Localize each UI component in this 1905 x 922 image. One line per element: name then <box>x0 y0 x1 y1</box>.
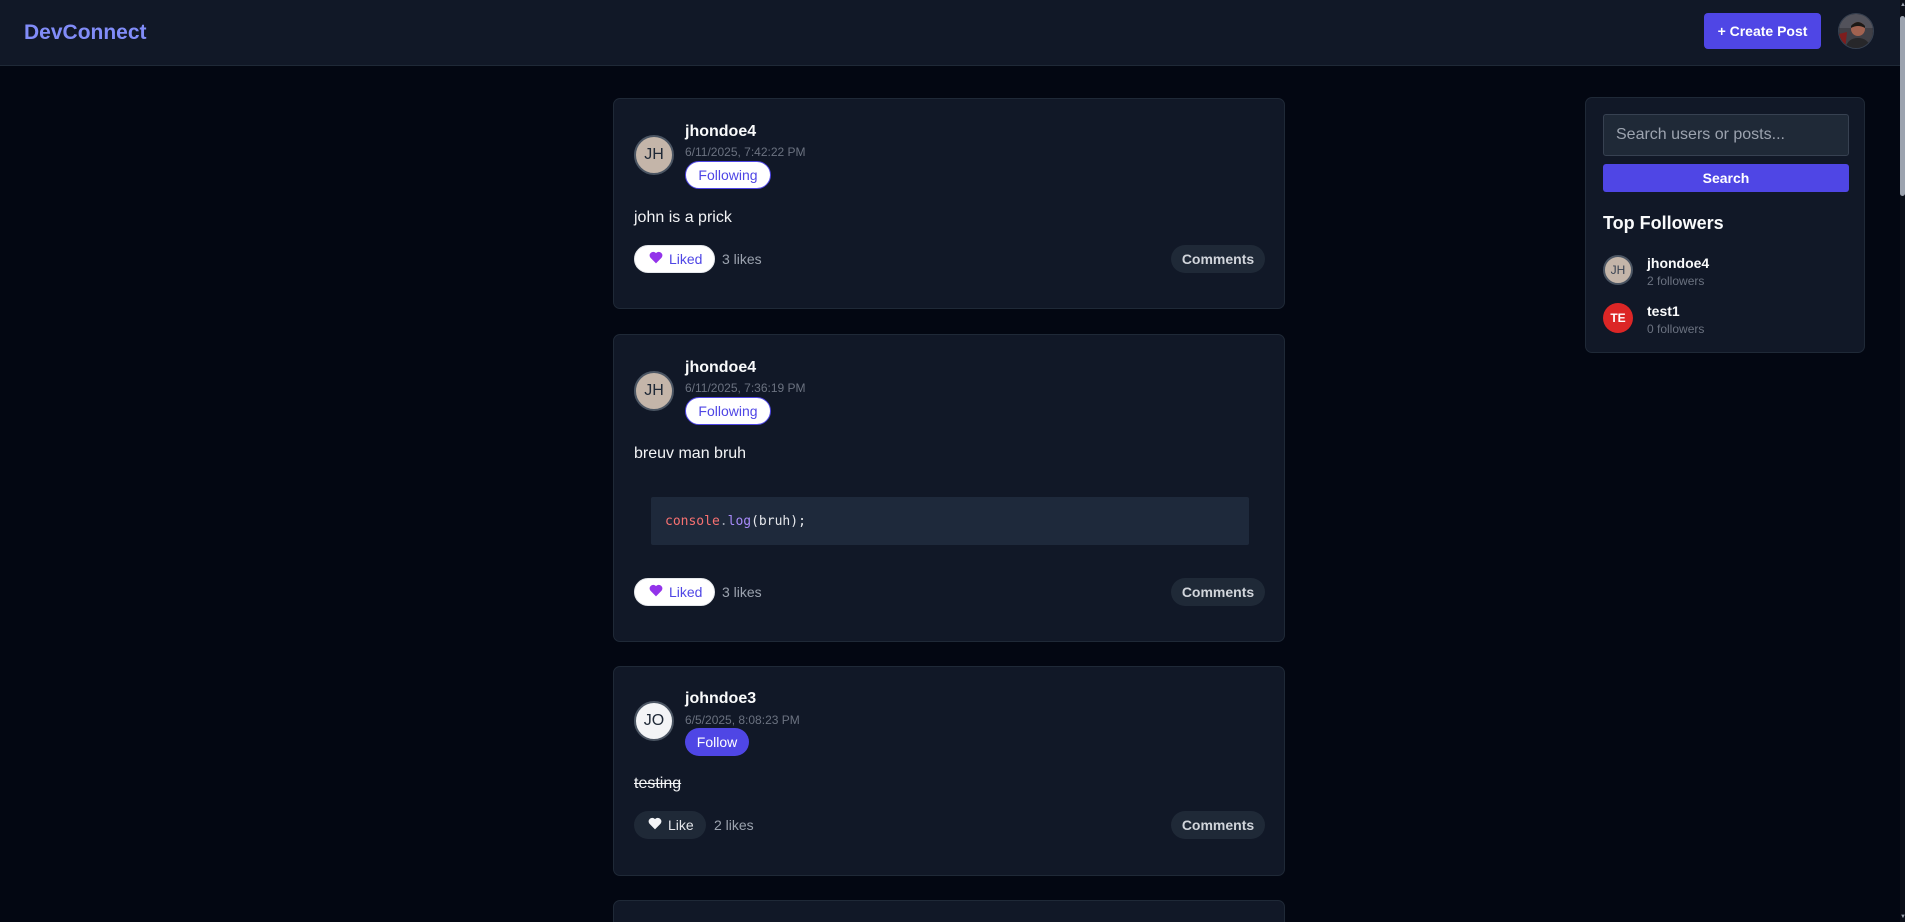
post-content: john is a prick <box>634 209 732 226</box>
post-username[interactable]: johndoe3 <box>685 690 756 708</box>
post-username[interactable]: jhondoe4 <box>685 359 756 377</box>
top-follower-count: 0 followers <box>1647 322 1705 336</box>
top-follower-count: 2 followers <box>1647 274 1705 288</box>
purple-heart-icon <box>649 584 663 600</box>
follow-button[interactable]: Follow <box>685 728 749 756</box>
like-count: 3 likes <box>722 251 762 267</box>
code-token-args: (bruh); <box>751 513 806 529</box>
comments-button[interactable]: Comments <box>1171 245 1265 273</box>
post-username[interactable]: jhondoe4 <box>685 123 756 141</box>
avatar[interactable]: JH <box>634 371 674 411</box>
avatar[interactable]: JH <box>634 135 674 175</box>
like-label: Liked <box>669 584 703 600</box>
post-card: JH jhondoe4 6/11/2025, 7:36:19 PM Follow… <box>613 334 1285 642</box>
code-token-dot: . <box>719 513 728 529</box>
scroll-down-icon[interactable]: ▼ <box>1900 912 1905 922</box>
post-timestamp: 6/11/2025, 7:36:19 PM <box>685 381 806 395</box>
brand-logo[interactable]: DevConnect <box>24 21 147 45</box>
post-card: JO johndoe3 6/5/2025, 8:08:23 PM Follow … <box>613 666 1285 876</box>
search-input[interactable] <box>1603 114 1849 156</box>
post-content: testing <box>634 775 682 792</box>
top-followers-title: Top Followers <box>1603 213 1724 233</box>
following-button[interactable]: Following <box>685 161 771 189</box>
search-button[interactable]: Search <box>1603 164 1849 192</box>
post-content: breuv man bruh <box>634 445 747 462</box>
comments-button[interactable]: Comments <box>1171 578 1265 606</box>
like-label: Liked <box>669 251 703 267</box>
avatar[interactable]: JO <box>634 701 674 741</box>
like-button[interactable]: Like <box>634 811 706 839</box>
white-heart-icon <box>648 817 662 833</box>
avatar[interactable]: JH <box>1603 255 1633 285</box>
scrollbar[interactable]: ▲ ▼ <box>1900 0 1905 922</box>
post-timestamp: 6/11/2025, 7:42:22 PM <box>685 145 806 159</box>
code-block: console. log (bruh); <box>651 497 1249 545</box>
scroll-up-icon[interactable]: ▲ <box>1900 0 1905 10</box>
sidebar-panel: Search Top Followers JH jhondoe4 2 follo… <box>1585 97 1865 353</box>
scrollbar-thumb[interactable] <box>1900 16 1905 196</box>
like-button[interactable]: Liked <box>634 578 715 606</box>
post-card <box>613 900 1285 922</box>
like-count: 3 likes <box>722 584 762 600</box>
avatar[interactable]: TE <box>1603 303 1633 333</box>
code-token-object: console <box>665 513 720 529</box>
create-post-button[interactable]: + Create Post <box>1704 13 1821 49</box>
like-count: 2 likes <box>714 817 754 833</box>
top-follower-name[interactable]: test1 <box>1647 303 1680 319</box>
post-timestamp: 6/5/2025, 8:08:23 PM <box>685 713 800 727</box>
post-card: JH jhondoe4 6/11/2025, 7:42:22 PM Follow… <box>613 98 1285 309</box>
top-follower-name[interactable]: jhondoe4 <box>1647 255 1709 271</box>
code-token-method: log <box>727 513 752 529</box>
purple-heart-icon <box>649 251 663 267</box>
like-button[interactable]: Liked <box>634 245 715 273</box>
profile-avatar[interactable] <box>1838 13 1874 49</box>
following-button[interactable]: Following <box>685 397 771 425</box>
comments-button[interactable]: Comments <box>1171 811 1265 839</box>
top-navbar: DevConnect + Create Post <box>0 0 1900 66</box>
like-label: Like <box>668 817 694 833</box>
